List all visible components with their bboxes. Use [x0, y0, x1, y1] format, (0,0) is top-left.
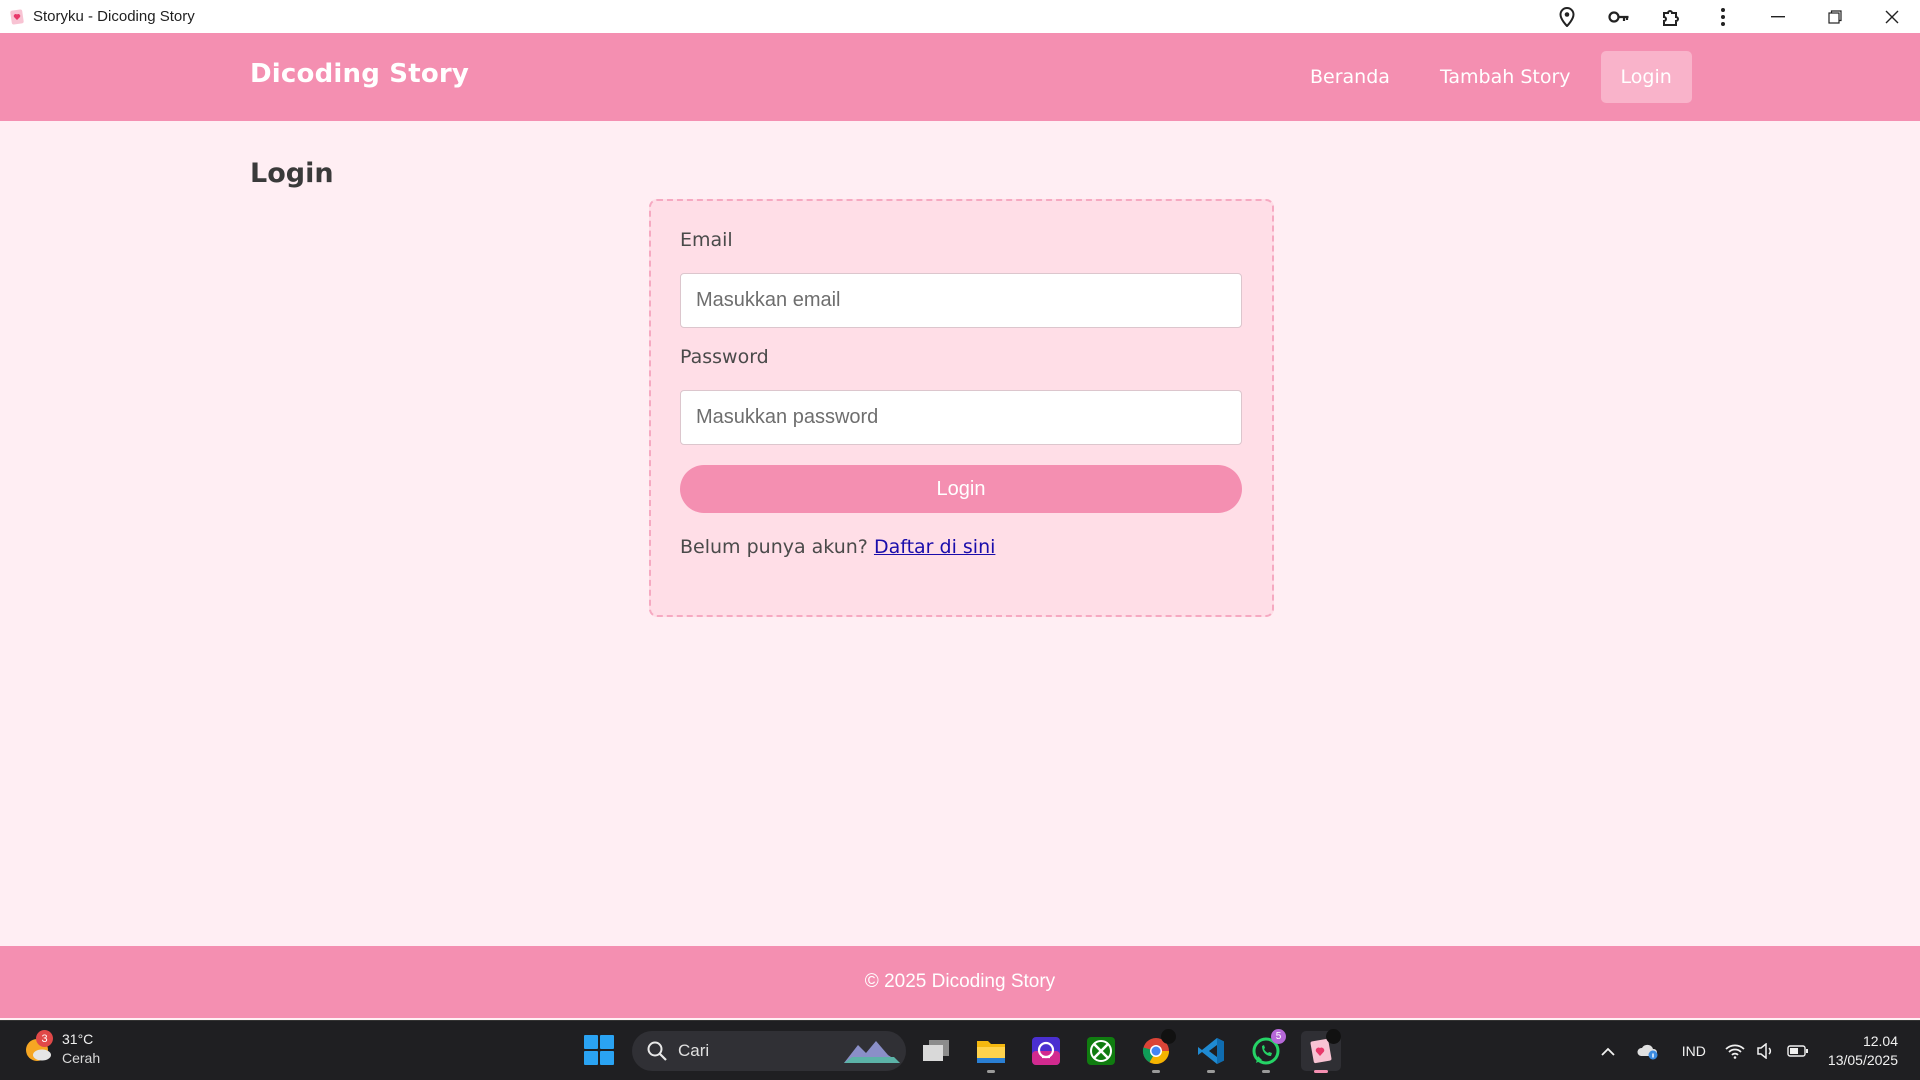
whatsapp-badge: 5 — [1271, 1029, 1286, 1044]
search-icon — [647, 1041, 667, 1061]
onedrive-info-icon[interactable] — [1628, 1021, 1668, 1080]
main-nav: Beranda Tambah Story Login — [1290, 51, 1692, 103]
weather-temperature: 31°C — [62, 1031, 94, 1047]
language-indicator[interactable]: IND — [1668, 1021, 1720, 1080]
chrome-profile-badge — [1161, 1029, 1176, 1044]
battery-icon[interactable] — [1780, 1021, 1816, 1080]
volume-icon[interactable] — [1750, 1021, 1780, 1080]
nav-link-tambah-story[interactable]: Tambah Story — [1420, 51, 1591, 103]
storyku-app-icon[interactable] — [1301, 1029, 1341, 1073]
more-vertical-icon[interactable] — [1697, 0, 1749, 33]
weather-badge: 3 — [36, 1030, 53, 1047]
page-title: Login — [250, 158, 334, 189]
close-icon[interactable] — [1863, 0, 1920, 33]
register-prompt: Belum punya akun? Daftar di sini — [680, 536, 995, 558]
window-title: Storyku - Dicoding Story — [33, 8, 195, 25]
chrome-icon[interactable] — [1136, 1029, 1176, 1073]
restore-icon[interactable] — [1806, 0, 1863, 33]
vscode-icon[interactable] — [1191, 1031, 1231, 1073]
search-highlight-icon — [844, 1041, 900, 1063]
register-link[interactable]: Daftar di sini — [874, 536, 995, 558]
email-field[interactable] — [680, 273, 1242, 328]
copilot-app-icon[interactable] — [1026, 1031, 1066, 1071]
email-label: Email — [680, 229, 733, 251]
whatsapp-icon[interactable]: 5 — [1246, 1029, 1286, 1073]
taskbar-search[interactable]: Cari — [632, 1031, 906, 1071]
password-field[interactable] — [680, 390, 1242, 445]
minimize-icon[interactable] — [1749, 0, 1806, 33]
nav-link-login[interactable]: Login — [1600, 51, 1692, 103]
app-favicon-icon — [8, 8, 26, 26]
weather-sun-icon: 3 — [24, 1030, 54, 1064]
file-explorer-icon[interactable] — [971, 1031, 1011, 1073]
search-placeholder: Cari — [678, 1041, 710, 1060]
extension-puzzle-icon[interactable] — [1645, 0, 1697, 33]
nav-link-beranda[interactable]: Beranda — [1290, 51, 1410, 103]
clock-date: 13/05/2025 — [1827, 1052, 1898, 1068]
app-navbar: Dicoding Story Beranda Tambah Story Logi… — [0, 33, 1920, 121]
login-form: Email Password Login Belum punya akun? D… — [649, 199, 1274, 617]
window-title-bar: Storyku - Dicoding Story — [0, 0, 1920, 33]
wifi-icon[interactable] — [1720, 1021, 1750, 1080]
xbox-icon[interactable] — [1081, 1031, 1121, 1071]
password-label: Password — [680, 346, 769, 368]
task-view-icon[interactable] — [916, 1031, 956, 1071]
taskbar-clock[interactable]: 12.04 13/05/2025 — [1816, 1032, 1920, 1070]
register-prompt-text: Belum punya akun? — [680, 536, 868, 558]
clock-time: 12.04 — [1862, 1033, 1898, 1049]
system-tray: IND 12.04 13/05/2025 — [1588, 1021, 1920, 1080]
key-icon[interactable] — [1593, 0, 1645, 33]
weather-condition: Cerah — [62, 1050, 101, 1066]
footer-copyright: © 2025 Dicoding Story — [864, 971, 1056, 992]
login-submit-button[interactable]: Login — [680, 465, 1242, 513]
storyku-profile-badge — [1326, 1029, 1341, 1044]
location-pin-icon[interactable] — [1541, 0, 1593, 33]
windows-taskbar: 3 31°C Cerah Cari 5 IND 12.04 13/05/2025 — [0, 1020, 1920, 1080]
chevron-up-icon[interactable] — [1588, 1021, 1628, 1080]
brand-logo[interactable]: Dicoding Story — [250, 59, 469, 89]
windows-start-icon[interactable] — [584, 1035, 614, 1065]
weather-widget[interactable]: 3 31°C Cerah — [24, 1030, 100, 1068]
app-footer: © 2025 Dicoding Story — [0, 946, 1920, 1018]
